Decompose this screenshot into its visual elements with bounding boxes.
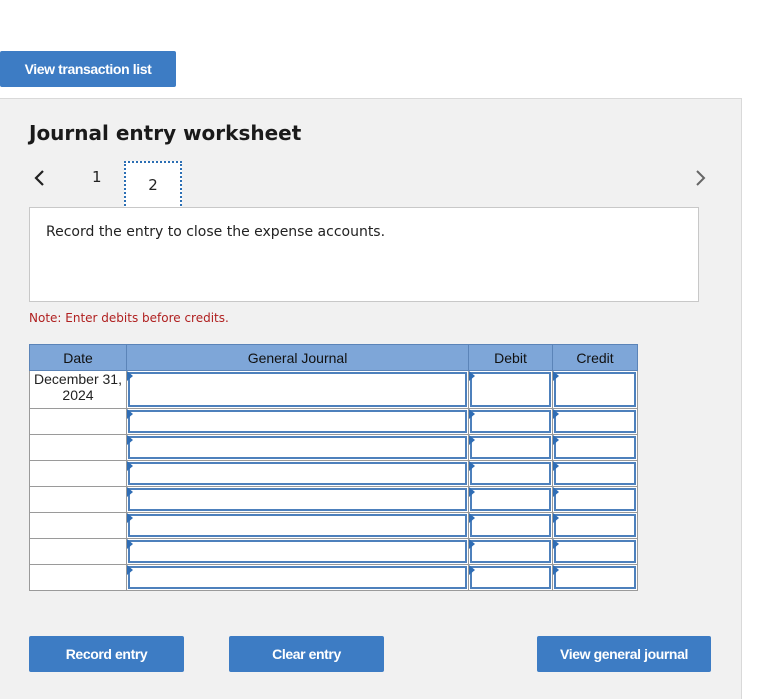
credit-input[interactable] [552,434,638,461]
date-cell [29,564,127,591]
account-select[interactable] [126,564,469,591]
table-row [29,460,638,487]
dropdown-marker-icon [469,409,475,419]
record-entry-button[interactable]: Record entry [29,636,184,672]
date-cell [29,408,127,435]
account-select[interactable] [126,434,469,461]
debit-input[interactable] [468,538,553,565]
clear-entry-button[interactable]: Clear entry [229,636,384,672]
dropdown-marker-icon [553,565,559,575]
dropdown-marker-icon [553,409,559,419]
account-select[interactable] [126,486,469,513]
chevron-left-icon[interactable] [28,166,50,190]
account-select[interactable] [126,512,469,539]
journal-table: Date General Journal Debit Credit Decemb… [29,344,638,591]
dropdown-marker-icon [469,565,475,575]
worksheet-title: Journal entry worksheet [29,121,302,145]
note-text: Note: Enter debits before credits. [29,311,229,325]
instruction-text: Record the entry to close the expense ac… [46,224,386,240]
dropdown-marker-icon [469,539,475,549]
credit-input[interactable] [552,460,638,487]
dropdown-marker-icon [127,539,133,549]
table-row [29,486,638,513]
dropdown-marker-icon [553,487,559,497]
dropdown-marker-icon [127,461,133,471]
credit-input[interactable] [552,564,638,591]
date-cell [29,486,127,513]
credit-input[interactable] [552,486,638,513]
dropdown-marker-icon [469,461,475,471]
dropdown-marker-icon [469,513,475,523]
page-2-label: 2 [148,176,158,194]
table-row [29,408,638,435]
debit-column-header: Debit [468,344,553,371]
general-journal-column-header: General Journal [126,344,469,371]
dropdown-marker-icon [553,371,559,381]
dropdown-marker-icon [553,539,559,549]
page-2-tab[interactable]: 2 [124,161,182,209]
date-cell [29,460,127,487]
table-row [29,564,638,591]
page-1-tab[interactable]: 1 [92,168,102,186]
dropdown-marker-icon [127,409,133,419]
dropdown-marker-icon [127,435,133,445]
account-select[interactable] [126,460,469,487]
credit-input[interactable] [552,370,638,409]
debit-input[interactable] [468,460,553,487]
dropdown-marker-icon [127,565,133,575]
dropdown-marker-icon [553,435,559,445]
debit-input[interactable] [468,408,553,435]
date-cell [29,512,127,539]
dropdown-marker-icon [469,487,475,497]
debit-input[interactable] [468,486,553,513]
table-row [29,512,638,539]
dropdown-marker-icon [553,513,559,523]
account-select[interactable] [126,408,469,435]
credit-column-header: Credit [552,344,638,371]
dropdown-marker-icon [127,487,133,497]
debit-input[interactable] [468,512,553,539]
date-cell [29,538,127,565]
table-row [29,538,638,565]
debit-input[interactable] [468,564,553,591]
table-row [29,434,638,461]
view-general-journal-button[interactable]: View general journal [537,636,711,672]
credit-input[interactable] [552,408,638,435]
account-select[interactable] [126,538,469,565]
instruction-box: Record the entry to close the expense ac… [29,207,699,302]
credit-input[interactable] [552,512,638,539]
account-select[interactable] [126,370,469,409]
dropdown-marker-icon [127,513,133,523]
date-cell: December 31, 2024 [29,370,127,409]
credit-input[interactable] [552,538,638,565]
date-column-header: Date [29,344,127,371]
chevron-right-icon[interactable] [690,166,712,190]
table-row: December 31, 2024 [29,370,638,409]
dropdown-marker-icon [469,435,475,445]
dropdown-marker-icon [469,371,475,381]
debit-input[interactable] [468,434,553,461]
dropdown-marker-icon [553,461,559,471]
view-transaction-list-button[interactable]: View transaction list [0,51,176,87]
date-cell [29,434,127,461]
dropdown-marker-icon [127,371,133,381]
debit-input[interactable] [468,370,553,409]
